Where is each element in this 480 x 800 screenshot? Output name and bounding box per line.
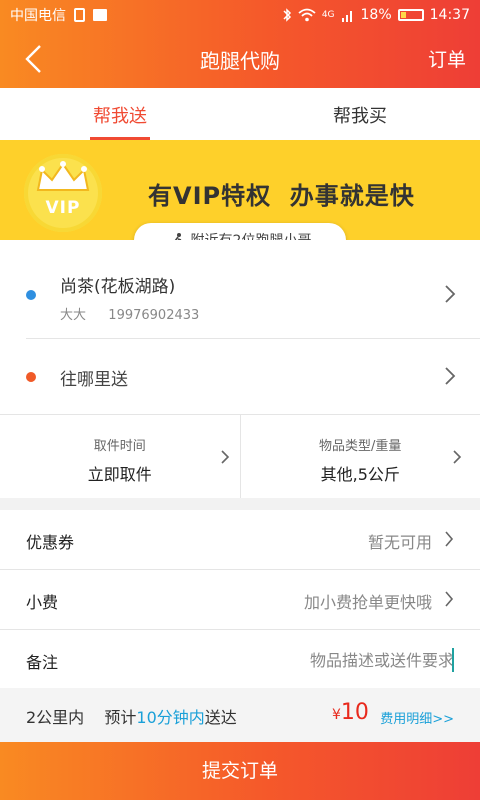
- pickup-options: 取件时间 立即取件 物品类型/重量 其他,5公斤: [0, 414, 480, 498]
- submit-order-button[interactable]: 提交订单: [0, 742, 480, 800]
- estimate-prefix: 预计: [104, 708, 137, 727]
- order-summary: 2公里内 预计10分钟内送达 ¥10 费用明细>>: [0, 688, 480, 742]
- pickup-time-selector[interactable]: 取件时间 立即取件: [0, 415, 240, 498]
- item-type-value: 其他,5公斤: [320, 465, 400, 484]
- delivery-address-row[interactable]: 往哪里送: [26, 339, 480, 414]
- estimate-time: 10分钟内: [136, 708, 205, 727]
- pickup-time-value: 立即取件: [87, 465, 152, 484]
- address-section: 尚茶(花板湖路) 大大 19976902433 往哪里送: [0, 240, 480, 414]
- network-type: 4G: [321, 10, 335, 20]
- delivery-address-placeholder: 往哪里送: [60, 370, 128, 390]
- note-label: 备注: [26, 653, 59, 672]
- tab-send-for-me[interactable]: 帮我送: [0, 88, 240, 140]
- battery-icon: [397, 9, 424, 21]
- text-cursor: [452, 648, 454, 672]
- chevron-right-icon: [445, 285, 456, 303]
- item-type-selector[interactable]: 物品类型/重量 其他,5公斤: [239, 415, 480, 498]
- chevron-right-icon: [453, 450, 462, 464]
- status-bar: 中国电信 4G 18% 14:37: [0, 0, 480, 30]
- fee-details-link[interactable]: 费用明细>>: [380, 708, 454, 727]
- orders-button[interactable]: 订单: [428, 45, 466, 72]
- vip-badge-text: VIP: [45, 198, 81, 218]
- price-amount: 10: [340, 700, 369, 725]
- distance-text: 2公里内: [26, 708, 85, 727]
- coupon-label: 优惠券: [26, 533, 75, 552]
- chevron-right-icon: [220, 450, 229, 464]
- vip-badge: VIP: [24, 154, 102, 232]
- tip-label: 小费: [26, 593, 59, 612]
- pickup-phone: 19976902433: [108, 308, 200, 323]
- image-notification-icon: [93, 9, 107, 21]
- tab-buy-for-me[interactable]: 帮我买: [240, 88, 480, 140]
- delivery-dot-icon: [26, 372, 36, 382]
- item-type-label: 物品类型/重量: [319, 439, 402, 454]
- chevron-right-icon: [445, 531, 454, 547]
- wifi-icon: [298, 8, 316, 22]
- sim-alert-icon: [74, 8, 85, 22]
- app-header: 中国电信 4G 18% 14:37 跑腿代购 订单: [0, 0, 480, 88]
- estimate-suffix: 送达: [204, 708, 237, 727]
- tip-row[interactable]: 小费 加小费抢单更快哦: [0, 570, 480, 630]
- tip-value: 加小费抢单更快哦: [303, 593, 432, 612]
- battery-percent: 18%: [360, 7, 392, 23]
- clock: 14:37: [429, 7, 470, 23]
- order-options-form: 优惠券 暂无可用 小费 加小费抢单更快哦 备注: [0, 510, 480, 688]
- note-input[interactable]: [234, 646, 454, 674]
- bluetooth-icon: [283, 8, 291, 22]
- nav-bar: 跑腿代购 订单: [0, 30, 480, 88]
- crown-icon: [36, 161, 90, 191]
- currency-symbol: ¥: [332, 707, 341, 723]
- chevron-right-icon: [445, 367, 456, 385]
- carrier-name: 中国电信: [10, 8, 66, 24]
- note-row: 备注: [0, 630, 480, 688]
- signal-icon: [341, 11, 352, 22]
- chevron-right-icon: [445, 591, 454, 607]
- pickup-time-label: 取件时间: [93, 439, 146, 454]
- total-price: ¥10: [332, 700, 369, 725]
- pickup-dot-icon: [26, 290, 36, 300]
- coupon-value: 暂无可用: [367, 533, 432, 552]
- pickup-contact: 大大 19976902433: [60, 304, 199, 323]
- pickup-contact-name: 大大: [60, 308, 87, 323]
- page-title: 跑腿代购: [200, 49, 280, 73]
- pickup-place-name: 尚茶(花板湖路): [60, 277, 176, 297]
- coupon-row[interactable]: 优惠券 暂无可用: [0, 510, 480, 570]
- banner-slogan: 有VIP特权 办事就是快: [148, 182, 415, 210]
- delivery-estimate: 2公里内 预计10分钟内送达: [26, 704, 237, 728]
- pickup-address-row[interactable]: 尚茶(花板湖路) 大大 19976902433: [26, 240, 480, 339]
- tab-bar: 帮我送 帮我买: [0, 88, 480, 140]
